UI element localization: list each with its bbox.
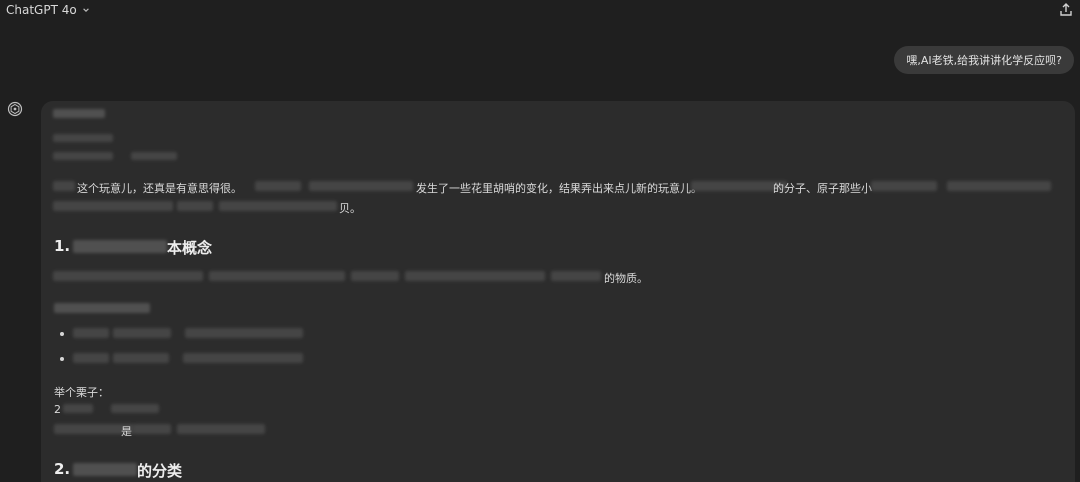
assistant-message: 这个玩意儿，还真是有意思得很。 发生了一些花里胡哨的变化，结果弄出来点儿新的玩意… (41, 101, 1075, 482)
section-1-line-end: 的物质。 (604, 272, 648, 285)
redacted-text (53, 271, 203, 281)
redacted-text (255, 181, 301, 191)
intro-text-end: 贝。 (339, 202, 361, 215)
intro-text-b: 发生了一些花里胡哨的变化，结果弄出来点儿新的玩意儿。 (416, 182, 702, 195)
bullet-icon (60, 332, 64, 336)
redacted-text (131, 152, 177, 160)
redacted-text (53, 109, 105, 118)
section-2-title: 的分类 (137, 462, 183, 480)
redacted-text (73, 328, 109, 338)
section-2-number: 2. (54, 460, 71, 478)
user-message-bubble: 嘿,AI老铁,给我讲讲化学反应呗? (894, 46, 1074, 74)
redacted-text (53, 181, 75, 191)
chat-app: ChatGPT 4o 嘿,AI老铁,给我讲讲化学反应呗? 这个玩意儿，还真是有意… (0, 0, 1080, 482)
section-1-number: 1. (54, 237, 71, 255)
redacted-text (54, 303, 150, 313)
redacted-text (177, 424, 265, 434)
redacted-text (183, 353, 303, 363)
openai-logo-icon (7, 101, 23, 117)
redacted-text (185, 328, 303, 338)
example-label: 举个栗子： (54, 386, 109, 399)
redacted-text (209, 271, 345, 281)
redacted-text (63, 404, 93, 413)
redacted-text (309, 181, 413, 191)
bullet-icon (60, 357, 64, 361)
redacted-text (73, 463, 137, 476)
section-1-title: 本概念 (167, 239, 213, 257)
intro-text-c: 的分子、原子那些小 (773, 182, 872, 195)
redacted-text (177, 201, 213, 211)
model-selector[interactable]: ChatGPT 4o (6, 3, 90, 17)
example-line-2: 是 (121, 425, 132, 438)
redacted-text (113, 328, 171, 338)
user-message-text: 嘿,AI老铁,给我讲讲化学反应呗? (906, 54, 1062, 67)
redacted-text (53, 201, 173, 211)
redacted-text (871, 181, 937, 191)
redacted-text (73, 353, 109, 363)
chevron-down-icon (82, 8, 89, 12)
redacted-text (113, 353, 169, 363)
share-icon[interactable] (1058, 2, 1074, 18)
model-label: ChatGPT 4o (6, 3, 77, 17)
redacted-text (219, 201, 337, 211)
top-bar: ChatGPT 4o (0, 0, 1080, 26)
example-line-1: 2 (54, 403, 61, 416)
redacted-text (53, 152, 113, 160)
intro-text-a: 这个玩意儿，还真是有意思得很。 (77, 182, 242, 195)
redacted-text (405, 271, 545, 281)
redacted-text (551, 271, 601, 281)
redacted-text (947, 181, 1051, 191)
redacted-text (53, 134, 113, 142)
redacted-text (133, 424, 171, 434)
redacted-text (351, 271, 399, 281)
redacted-text (73, 240, 167, 253)
redacted-text (111, 404, 159, 413)
